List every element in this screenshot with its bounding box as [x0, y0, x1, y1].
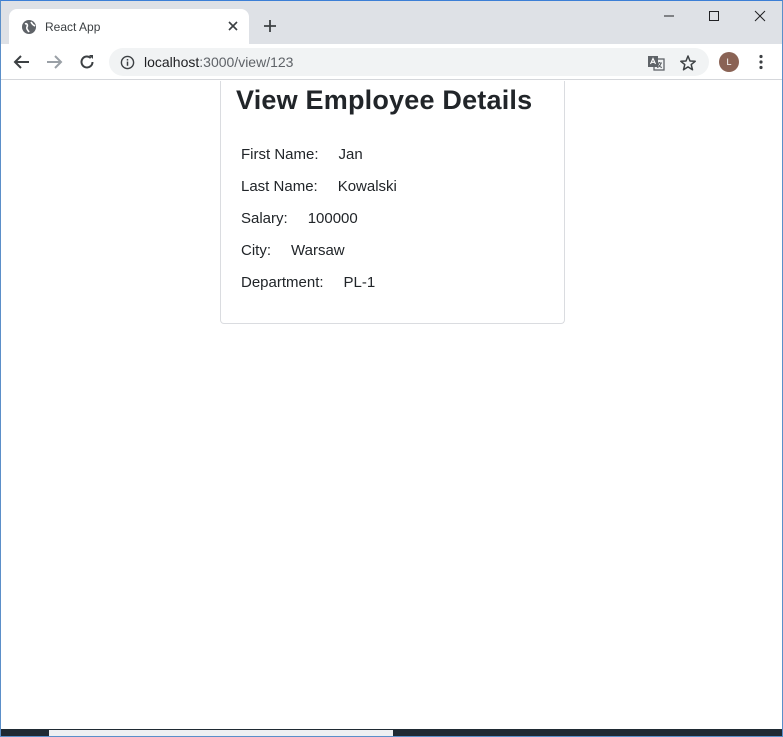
- url-text: localhost:3000/view/123: [144, 54, 293, 70]
- field-label: Salary:: [241, 210, 288, 227]
- forward-button[interactable]: [41, 49, 67, 75]
- detail-row-city: City: Warsaw: [241, 242, 345, 259]
- globe-icon: [21, 19, 37, 35]
- more-vert-icon: [759, 54, 763, 70]
- detail-row-salary: Salary: 100000: [241, 210, 358, 227]
- back-button[interactable]: [9, 49, 35, 75]
- maximize-icon: [709, 11, 719, 21]
- address-bar[interactable]: localhost:3000/view/123: [109, 48, 709, 76]
- plus-icon: [264, 20, 276, 32]
- url-host: localhost: [144, 54, 200, 70]
- minimize-button[interactable]: [646, 5, 692, 27]
- detail-row-department: Department: PL-1: [241, 274, 375, 291]
- browser-toolbar: localhost:3000/view/123 L: [1, 44, 782, 80]
- field-label: City:: [241, 242, 271, 259]
- field-label: Department:: [241, 274, 324, 291]
- field-label: First Name:: [241, 146, 319, 163]
- tab-react-app[interactable]: React App: [9, 9, 249, 44]
- window-close-button[interactable]: [737, 5, 782, 27]
- detail-row-first-name: First Name: Jan: [241, 146, 363, 163]
- info-icon[interactable]: [119, 54, 135, 70]
- field-value: 100000: [307, 210, 358, 227]
- field-value: Jan: [338, 146, 363, 163]
- field-value: Kowalski: [337, 178, 397, 195]
- taskbar-search-box[interactable]: [49, 730, 393, 736]
- close-icon: [754, 10, 766, 22]
- reload-icon: [80, 55, 94, 69]
- close-icon[interactable]: [225, 18, 241, 34]
- arrow-left-icon: [13, 55, 29, 69]
- employee-details-card: View Employee Details First Name: Jan Las…: [220, 81, 565, 324]
- url-path: :3000/view/123: [199, 54, 294, 70]
- minimize-icon: [664, 15, 674, 17]
- menu-button[interactable]: [751, 52, 771, 72]
- star-icon[interactable]: [679, 54, 697, 72]
- field-value: PL-1: [343, 274, 376, 291]
- new-tab-button[interactable]: [259, 15, 281, 37]
- browser-window: React App localhost:3000/view/123 L View…: [0, 0, 783, 737]
- profile-avatar[interactable]: L: [719, 52, 739, 72]
- field-label: Last Name:: [241, 178, 318, 195]
- translate-icon[interactable]: [647, 54, 665, 72]
- field-value: Warsaw: [291, 242, 345, 259]
- page-title: View Employee Details: [236, 85, 533, 115]
- arrow-right-icon: [47, 55, 63, 69]
- page-content: View Employee Details First Name: Jan Las…: [1, 81, 782, 729]
- reload-button[interactable]: [74, 49, 100, 75]
- detail-row-last-name: Last Name: Kowalski: [241, 178, 397, 195]
- tab-strip: React App: [1, 1, 782, 44]
- maximize-button[interactable]: [691, 5, 737, 27]
- taskbar: [1, 729, 782, 736]
- tab-title: React App: [45, 19, 101, 34]
